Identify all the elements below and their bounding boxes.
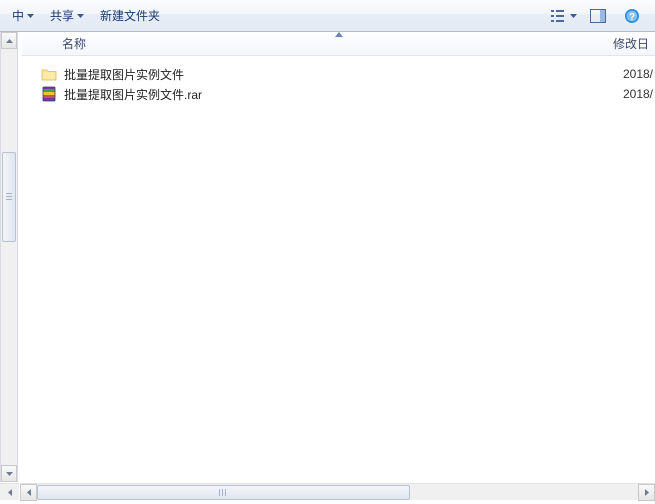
column-modified-label: 修改日 [613, 37, 649, 51]
explorer-window: 中 共享 新建文件夹 [0, 0, 655, 504]
column-modified[interactable]: 修改日 [613, 35, 655, 52]
chevron-down-icon [570, 14, 577, 18]
new-folder-label: 新建文件夹 [100, 7, 160, 24]
file-name: 批量提取图片实例文件.rar [64, 86, 623, 103]
scroll-thumb-horizontal[interactable] [37, 485, 410, 500]
scroll-left-button[interactable] [20, 484, 37, 501]
view-options-button[interactable] [551, 5, 577, 27]
scroll-down-button[interactable] [1, 465, 17, 482]
share-button[interactable]: 共享 [42, 4, 92, 28]
rar-archive-icon [40, 86, 58, 102]
file-date: 2018/ [623, 87, 655, 101]
toolbar: 中 共享 新建文件夹 [0, 0, 655, 32]
scroll-thumb-vertical[interactable] [2, 152, 16, 242]
new-folder-button[interactable]: 新建文件夹 [92, 4, 168, 28]
nav-pane-scrollbar[interactable] [0, 32, 18, 482]
include-label: 中 [12, 7, 24, 24]
preview-pane-button[interactable] [585, 5, 611, 27]
sort-indicator-icon [335, 32, 343, 37]
file-list: 批量提取图片实例文件 2018/ 批量提取图片实例文件.rar 2018/ [22, 56, 655, 482]
scroll-up-button[interactable] [1, 32, 17, 49]
folder-icon [40, 66, 58, 82]
column-name-label: 名称 [62, 37, 86, 51]
horizontal-scrollbar[interactable] [20, 483, 655, 500]
scroll-right-button[interactable] [638, 484, 655, 501]
preview-pane-icon [590, 9, 606, 23]
list-item[interactable]: 批量提取图片实例文件 2018/ [22, 64, 655, 84]
nav-pane-arrow-left[interactable] [0, 483, 19, 500]
chevron-down-icon [27, 14, 34, 18]
share-label: 共享 [50, 7, 74, 24]
svg-text:?: ? [629, 12, 635, 23]
help-icon: ? [624, 8, 640, 24]
chevron-down-icon [77, 14, 84, 18]
file-date: 2018/ [623, 67, 655, 81]
list-item[interactable]: 批量提取图片实例文件.rar 2018/ [22, 84, 655, 104]
file-name: 批量提取图片实例文件 [64, 66, 623, 83]
help-button[interactable]: ? [619, 5, 645, 27]
column-header: 名称 修改日 [22, 32, 655, 56]
include-in-library-button[interactable]: 中 [4, 4, 42, 28]
scroll-track[interactable] [37, 484, 638, 501]
view-list-icon [551, 9, 568, 23]
column-name[interactable]: 名称 [22, 35, 613, 52]
